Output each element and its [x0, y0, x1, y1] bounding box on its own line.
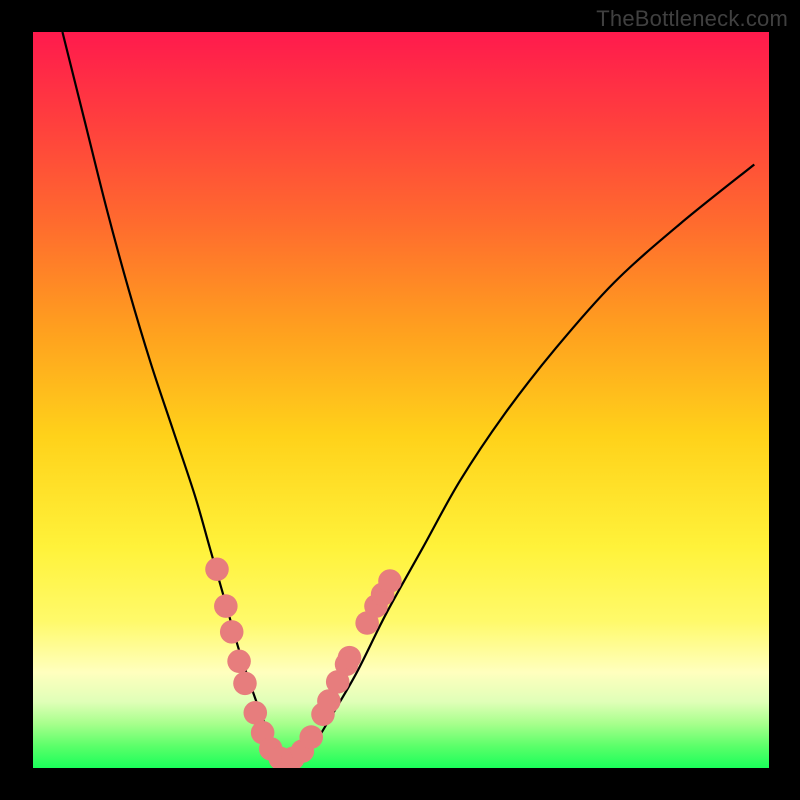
- bottleneck-curve-line: [62, 32, 754, 758]
- heat-gradient-plot-area: [33, 32, 769, 768]
- highlight-dot: [233, 672, 257, 696]
- highlight-dot: [299, 725, 323, 749]
- highlight-dot: [227, 650, 251, 674]
- highlight-dot: [214, 594, 238, 618]
- highlight-dot: [378, 569, 402, 593]
- watermark-text: TheBottleneck.com: [596, 6, 788, 32]
- highlight-dot: [220, 620, 244, 644]
- bottleneck-curve-svg: [33, 32, 769, 768]
- highlight-dot: [205, 558, 229, 582]
- highlight-dot: [338, 646, 362, 670]
- chart-frame: TheBottleneck.com: [0, 0, 800, 800]
- highlight-dot-group: [205, 558, 402, 768]
